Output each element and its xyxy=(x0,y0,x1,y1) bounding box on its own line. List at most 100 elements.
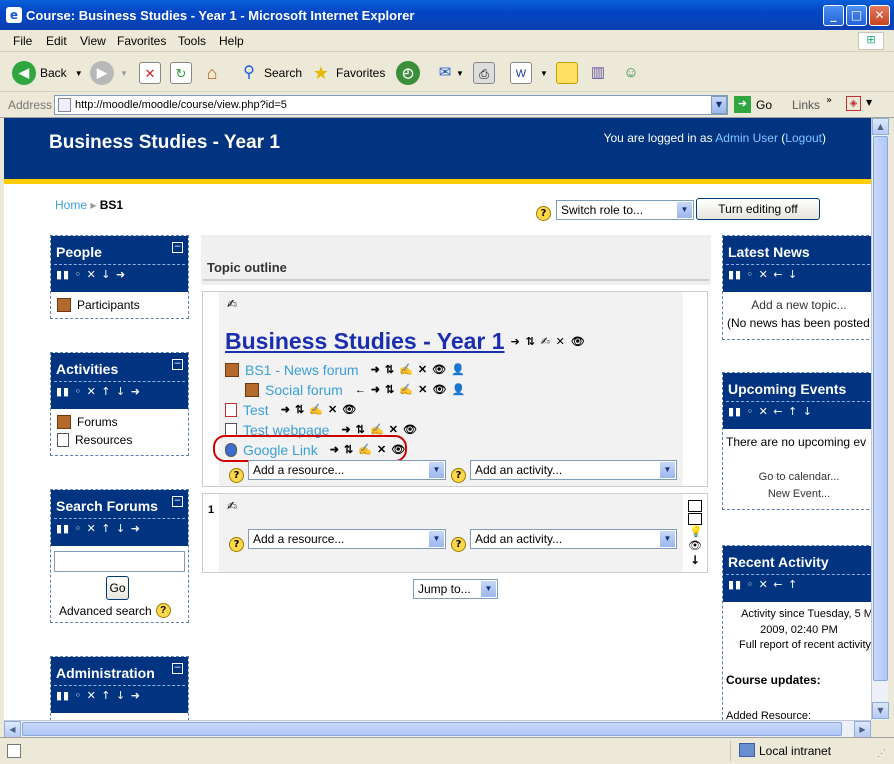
block-events-edit-icons[interactable]: ▮▮ ◦ ✕ ← ↑ ↓ xyxy=(728,405,813,418)
breadcrumb-home[interactable]: Home xyxy=(55,198,87,212)
stop-button[interactable]: ✕ xyxy=(139,60,161,86)
section-1-show-only-icon[interactable] xyxy=(688,513,702,525)
block-recent-edit-icons[interactable]: ▮▮ ◦ ✕ ← ↑ xyxy=(728,578,798,591)
block-activities-edit-icons[interactable]: ▮▮ ◦ ✕ ↑ ↓ ➜ xyxy=(56,385,141,398)
menu-tools[interactable]: Tools xyxy=(178,34,206,48)
advanced-search-help-icon[interactable]: ? xyxy=(155,603,171,618)
forward-button[interactable]: ▶ ▼ xyxy=(90,60,128,86)
history-button[interactable]: ◴ xyxy=(396,60,420,86)
jump-to-select[interactable]: Jump to... ▼ xyxy=(413,579,498,599)
resources-link[interactable]: Resources xyxy=(75,433,132,447)
activity-test[interactable]: Test xyxy=(243,400,269,420)
add-resource-select[interactable]: Add a resource... ▼ xyxy=(248,460,446,480)
refresh-button[interactable]: ↻ xyxy=(170,60,192,86)
block-search-edit-icons[interactable]: ▮▮ ◦ ✕ ↑ ↓ ➜ xyxy=(56,522,141,535)
mail-button[interactable]: ✉ ▼ xyxy=(434,60,464,86)
translate-dropdown-icon[interactable]: ▼ xyxy=(866,98,872,107)
forums-link[interactable]: Forums xyxy=(77,415,118,429)
horizontal-scroll-thumb[interactable] xyxy=(22,722,842,736)
section-1-add-resource-help-icon[interactable]: ? xyxy=(229,537,244,552)
section-1-edit-summary-icon[interactable]: ✍ xyxy=(227,499,237,513)
horizontal-scrollbar[interactable]: ◀ ▶ xyxy=(4,720,871,738)
block-people-edit-icons[interactable]: ▮▮ ◦ ✕ ↓ ➜ xyxy=(56,268,126,281)
section-1-move-down-icon[interactable]: ↓ xyxy=(690,553,700,567)
participants-link[interactable]: Participants xyxy=(77,298,140,312)
user-link[interactable]: Admin User xyxy=(715,131,778,145)
resize-grip-icon[interactable]: ⋰ xyxy=(877,748,886,759)
search-forums-go-button[interactable]: Go xyxy=(106,576,129,600)
section-0-title-actions[interactable]: ➜ ⇅ ✍ ✕ 👁 xyxy=(511,335,586,348)
section-1-highlight-icon[interactable] xyxy=(688,500,702,512)
edit-dropdown-icon[interactable]: ▼ xyxy=(540,69,548,78)
links-chevron-icon[interactable]: » xyxy=(826,95,832,106)
activity-news-forum[interactable]: BS1 - News forum xyxy=(245,360,359,380)
new-event-link[interactable]: New Event... xyxy=(723,488,871,500)
scroll-up-icon[interactable]: ▲ xyxy=(872,118,889,135)
back-dropdown-icon[interactable]: ▼ xyxy=(75,69,83,78)
forward-dropdown-icon[interactable]: ▼ xyxy=(120,69,128,78)
scroll-left-icon[interactable]: ◀ xyxy=(4,721,21,738)
section-0-edit-summary-icon[interactable]: ✍ xyxy=(227,297,237,311)
scroll-down-icon[interactable]: ▼ xyxy=(872,702,889,719)
logout-link[interactable]: Logout xyxy=(785,131,822,145)
vertical-scroll-thumb[interactable] xyxy=(873,136,888,681)
section-1-add-activity-select[interactable]: Add an activity... ▼ xyxy=(470,529,677,549)
switch-role-select[interactable]: Switch role to... ▼ xyxy=(556,200,694,220)
block-news-edit-icons[interactable]: ▮▮ ◦ ✕ ← ↓ xyxy=(728,268,798,281)
address-input[interactable]: http://moodle/moodle/course/view.php?id=… xyxy=(54,95,728,115)
search-button[interactable]: ⚲ Search xyxy=(238,60,302,86)
print-button[interactable]: ⎙ xyxy=(473,60,495,86)
minimize-button[interactable]: _ xyxy=(823,5,844,26)
search-forums-input[interactable] xyxy=(54,551,185,572)
favorites-button[interactable]: ★ Favorites xyxy=(310,60,385,86)
vertical-scrollbar[interactable]: ▲ ▼ xyxy=(871,118,889,720)
scroll-right-icon[interactable]: ▶ xyxy=(854,721,871,738)
address-dropdown-icon[interactable]: ▼ xyxy=(711,96,727,114)
section-1-add-resource-select[interactable]: Add a resource... ▼ xyxy=(248,529,446,549)
section-0-title[interactable]: Business Studies - Year 1 xyxy=(225,328,505,355)
home-button[interactable]: ⌂ xyxy=(201,60,223,86)
activity-social-forum[interactable]: Social forum xyxy=(265,380,343,400)
add-resource-help-icon[interactable]: ? xyxy=(229,468,244,483)
maximize-button[interactable]: □ xyxy=(846,5,867,26)
section-1-visibility-eye-icon[interactable]: 👁 xyxy=(688,539,702,552)
menu-file[interactable]: File xyxy=(13,34,32,48)
activity-actions[interactable]: ➜ ⇅ ✍ ✕ 👁 xyxy=(281,400,358,420)
activity-actions[interactable]: ← ➜ ⇅ ✍ ✕ 👁 👤 xyxy=(355,380,466,400)
switch-role-dropdown-icon: ▼ xyxy=(677,202,692,218)
section-1-add-activity-help-icon[interactable]: ? xyxy=(451,537,466,552)
block-people-collapse-icon[interactable]: − xyxy=(172,242,183,253)
block-admin-edit-icons[interactable]: ▮▮ ◦ ✕ ↑ ↓ ➜ xyxy=(56,689,141,702)
block-activities-collapse-icon[interactable]: − xyxy=(172,359,183,370)
go-label: Go xyxy=(756,97,773,112)
translate-icon[interactable]: ◈ xyxy=(846,96,861,111)
turn-editing-off-button[interactable]: Turn editing off xyxy=(696,198,820,220)
menu-help[interactable]: Help xyxy=(219,34,244,48)
close-button[interactable]: ✕ xyxy=(869,5,890,26)
go-to-calendar-link[interactable]: Go to calendar... xyxy=(723,471,871,483)
go-button[interactable]: ➜ Go xyxy=(734,96,772,113)
research-button[interactable]: ▥ xyxy=(587,60,609,86)
edit-button[interactable]: W ▼ xyxy=(510,60,548,86)
discuss-button[interactable] xyxy=(556,60,578,86)
mail-dropdown-icon[interactable]: ▼ xyxy=(456,69,464,78)
switch-role-help-icon[interactable]: ? xyxy=(536,206,551,221)
add-activity-help-icon[interactable]: ? xyxy=(451,468,466,483)
menu-view[interactable]: View xyxy=(80,34,106,48)
advanced-search-link[interactable]: Advanced search xyxy=(59,604,152,618)
messenger-button[interactable]: ☺ xyxy=(620,60,642,86)
menu-edit[interactable]: Edit xyxy=(46,34,67,48)
activity-actions[interactable]: ➜ ⇅ ✍ ✕ 👁 👤 xyxy=(371,360,466,380)
recent-full-report-link[interactable]: Full report of recent activity xyxy=(739,639,871,651)
block-admin-collapse-icon[interactable]: − xyxy=(172,663,183,674)
news-add-topic[interactable]: Add a new topic... xyxy=(723,298,871,312)
window-title-bar[interactable]: e Course: Business Studies - Year 1 - Mi… xyxy=(0,0,894,30)
back-button[interactable]: ◀ Back ▼ xyxy=(12,60,83,86)
menu-bar: File Edit View Favorites Tools Help ⊞ xyxy=(0,30,894,52)
block-search-collapse-icon[interactable]: − xyxy=(172,496,183,507)
block-activities-header: Activities − ▮▮ ◦ ✕ ↑ ↓ ➜ xyxy=(51,353,188,409)
section-1-lightbulb-icon[interactable]: 💡 xyxy=(689,525,703,538)
menu-favorites[interactable]: Favorites xyxy=(117,34,166,48)
add-activity-select[interactable]: Add an activity... ▼ xyxy=(470,460,677,480)
links-label[interactable]: Links xyxy=(792,98,820,112)
